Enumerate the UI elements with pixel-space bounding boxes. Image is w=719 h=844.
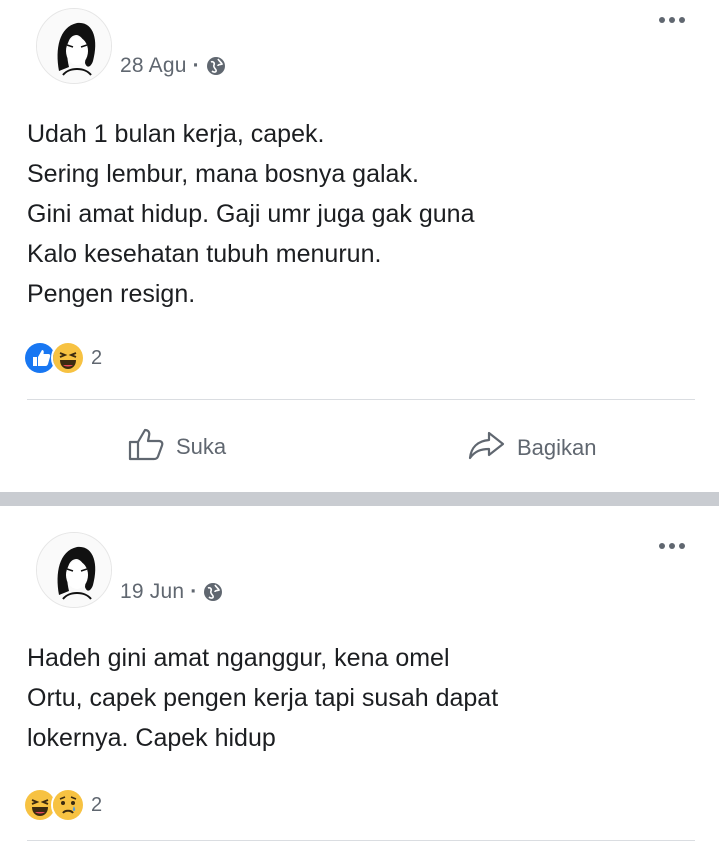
reaction-summary[interactable]: 2 bbox=[23, 788, 102, 822]
divider bbox=[27, 840, 695, 841]
share-label: Bagikan bbox=[517, 435, 597, 460]
post-date[interactable]: 19 Jun bbox=[120, 580, 184, 604]
like-button[interactable]: Suka bbox=[126, 426, 226, 468]
avatar[interactable] bbox=[36, 532, 112, 608]
sad-reaction-icon bbox=[51, 788, 85, 822]
post-card: 19 Jun · Hadeh gini amat nganggur, kena … bbox=[0, 506, 719, 844]
post-text: Udah 1 bulan kerja, capek. Sering lembur… bbox=[27, 120, 475, 308]
like-label: Suka bbox=[176, 434, 227, 459]
avatar[interactable] bbox=[36, 8, 112, 84]
share-arrow-icon bbox=[467, 429, 517, 467]
more-options-icon[interactable] bbox=[659, 543, 685, 549]
post-card: 28 Agu · Udah 1 bulan kerja, capek. Seri… bbox=[0, 0, 719, 492]
divider bbox=[27, 399, 695, 400]
more-options-icon[interactable] bbox=[659, 17, 685, 23]
post-text: Hadeh gini amat nganggur, kena omel Ortu… bbox=[27, 644, 499, 752]
thumbs-up-outline-icon bbox=[126, 426, 176, 468]
post-meta: 19 Jun · bbox=[120, 580, 223, 604]
globe-icon bbox=[206, 56, 226, 76]
reaction-summary[interactable]: 2 bbox=[23, 341, 102, 375]
meta-separator: · bbox=[192, 54, 200, 77]
post-meta: 28 Agu · bbox=[120, 54, 226, 78]
globe-icon bbox=[203, 582, 223, 602]
share-button[interactable]: Bagikan bbox=[467, 429, 597, 467]
feed-separator bbox=[0, 492, 719, 506]
haha-reaction-icon bbox=[51, 341, 85, 375]
reaction-count: 2 bbox=[91, 346, 103, 369]
feed: 28 Agu · Udah 1 bulan kerja, capek. Seri… bbox=[0, 0, 719, 844]
meta-separator: · bbox=[190, 580, 198, 603]
post-date[interactable]: 28 Agu bbox=[120, 54, 187, 78]
reaction-count: 2 bbox=[91, 793, 103, 816]
